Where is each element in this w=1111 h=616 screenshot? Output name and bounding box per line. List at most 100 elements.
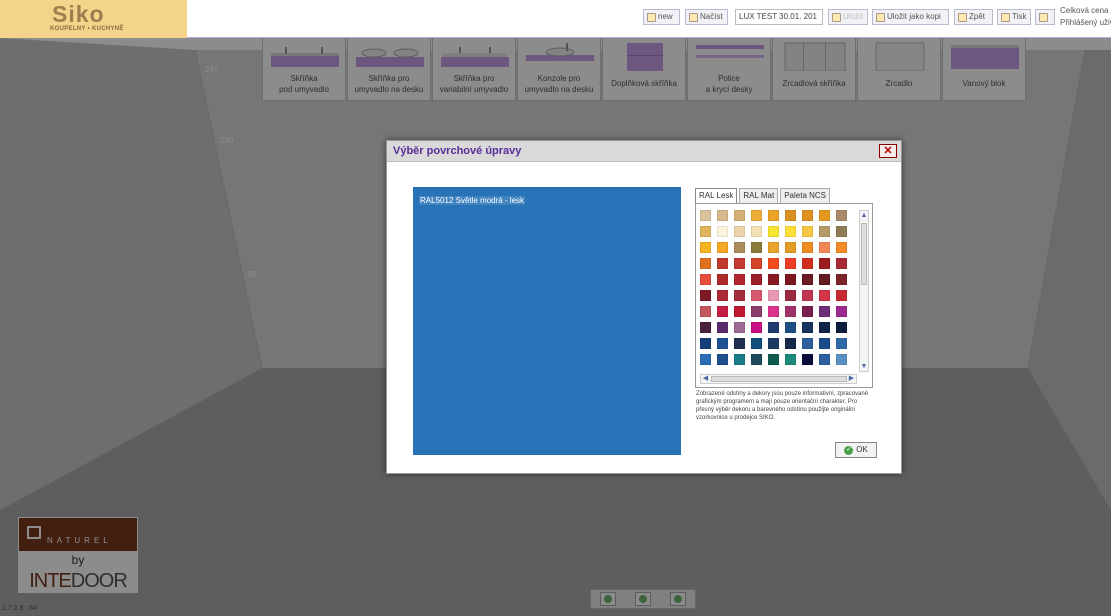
color-swatch[interactable] <box>785 210 796 221</box>
color-swatch[interactable] <box>734 210 745 221</box>
color-swatch[interactable] <box>819 306 830 317</box>
color-swatch[interactable] <box>700 322 711 333</box>
color-swatch[interactable] <box>802 322 813 333</box>
vertical-scrollbar[interactable]: ▲ ▼ <box>859 210 869 372</box>
color-swatch[interactable] <box>751 354 762 365</box>
color-swatch[interactable] <box>768 226 779 237</box>
save-button[interactable]: Uložit <box>828 9 868 25</box>
color-swatch[interactable] <box>734 226 745 237</box>
color-swatch[interactable] <box>819 290 830 301</box>
color-swatch[interactable] <box>751 242 762 253</box>
new-button[interactable]: new <box>643 9 680 25</box>
color-swatch[interactable] <box>802 338 813 349</box>
color-swatch[interactable] <box>717 290 728 301</box>
color-swatch[interactable] <box>836 322 847 333</box>
color-swatch[interactable] <box>785 354 796 365</box>
color-swatch[interactable] <box>768 258 779 269</box>
display-button[interactable] <box>1035 9 1055 25</box>
print-button[interactable]: Tisk <box>997 9 1031 25</box>
color-swatch[interactable] <box>836 338 847 349</box>
load-button[interactable]: Načíst <box>685 9 728 25</box>
color-swatch[interactable] <box>768 354 779 365</box>
color-swatch[interactable] <box>717 242 728 253</box>
color-swatch[interactable] <box>802 258 813 269</box>
color-swatch[interactable] <box>700 306 711 317</box>
color-swatch[interactable] <box>700 210 711 221</box>
color-swatch[interactable] <box>768 290 779 301</box>
close-button[interactable]: ✕ <box>879 144 897 158</box>
color-swatch[interactable] <box>819 322 830 333</box>
color-swatch[interactable] <box>819 338 830 349</box>
color-swatch[interactable] <box>734 258 745 269</box>
color-swatch[interactable] <box>785 338 796 349</box>
color-swatch[interactable] <box>836 226 847 237</box>
project-name-field[interactable]: LUX TEST 30.01. 201 <box>735 9 823 25</box>
color-swatch[interactable] <box>768 338 779 349</box>
color-swatch[interactable] <box>836 306 847 317</box>
color-swatch[interactable] <box>717 210 728 221</box>
scroll-right-icon[interactable]: ▶ <box>847 375 856 383</box>
color-swatch[interactable] <box>802 226 813 237</box>
color-swatch[interactable] <box>734 354 745 365</box>
color-swatch[interactable] <box>785 306 796 317</box>
tab-ral-gloss[interactable]: RAL Lesk <box>695 188 738 204</box>
color-swatch[interactable] <box>802 354 813 365</box>
color-swatch[interactable] <box>819 242 830 253</box>
color-swatch[interactable] <box>700 290 711 301</box>
color-swatch[interactable] <box>768 274 779 285</box>
color-swatch[interactable] <box>802 274 813 285</box>
color-swatch[interactable] <box>785 258 796 269</box>
color-swatch[interactable] <box>734 242 745 253</box>
color-swatch[interactable] <box>785 290 796 301</box>
siko-logo[interactable]: Siko KOUPELNY • KUCHYNĚ <box>0 0 187 38</box>
color-swatch[interactable] <box>751 338 762 349</box>
color-swatch[interactable] <box>700 354 711 365</box>
color-swatch[interactable] <box>751 210 762 221</box>
color-swatch[interactable] <box>717 258 728 269</box>
color-swatch[interactable] <box>836 242 847 253</box>
color-swatch[interactable] <box>717 322 728 333</box>
color-swatch[interactable] <box>717 354 728 365</box>
color-swatch[interactable] <box>768 306 779 317</box>
color-swatch[interactable] <box>751 290 762 301</box>
color-swatch[interactable] <box>751 226 762 237</box>
color-swatch[interactable] <box>819 274 830 285</box>
color-swatch[interactable] <box>785 226 796 237</box>
color-swatch[interactable] <box>836 210 847 221</box>
color-swatch[interactable] <box>700 338 711 349</box>
tab-ral-matt[interactable]: RAL Mat <box>739 188 779 203</box>
scroll-thumb-h[interactable] <box>711 376 847 382</box>
color-swatch[interactable] <box>734 274 745 285</box>
color-swatch[interactable] <box>768 242 779 253</box>
scroll-down-icon[interactable]: ▼ <box>860 362 868 371</box>
color-swatch[interactable] <box>819 226 830 237</box>
color-swatch[interactable] <box>717 226 728 237</box>
color-swatch[interactable] <box>836 274 847 285</box>
color-swatch[interactable] <box>734 290 745 301</box>
color-swatch[interactable] <box>734 306 745 317</box>
color-swatch[interactable] <box>785 274 796 285</box>
scroll-thumb[interactable] <box>861 223 867 285</box>
color-swatch[interactable] <box>836 290 847 301</box>
color-swatch[interactable] <box>700 274 711 285</box>
color-swatch[interactable] <box>819 258 830 269</box>
color-swatch[interactable] <box>785 242 796 253</box>
color-swatch[interactable] <box>717 338 728 349</box>
color-swatch[interactable] <box>700 226 711 237</box>
horizontal-scrollbar[interactable]: ◀ ▶ <box>700 374 857 384</box>
color-swatch[interactable] <box>802 210 813 221</box>
color-swatch[interactable] <box>751 306 762 317</box>
ok-button[interactable]: ✓ OK <box>835 442 877 458</box>
color-swatch[interactable] <box>819 354 830 365</box>
tab-ncs-palette[interactable]: Paleta NCS <box>780 188 831 203</box>
color-swatch[interactable] <box>836 258 847 269</box>
save-as-copy-button[interactable]: Uložit jako kopi <box>872 9 949 25</box>
color-swatch[interactable] <box>836 354 847 365</box>
color-swatch[interactable] <box>717 306 728 317</box>
scroll-left-icon[interactable]: ◀ <box>701 375 710 383</box>
color-swatch[interactable] <box>802 242 813 253</box>
color-swatch[interactable] <box>768 210 779 221</box>
color-swatch[interactable] <box>717 274 728 285</box>
color-swatch[interactable] <box>819 210 830 221</box>
back-button[interactable]: Zpět <box>954 9 993 25</box>
